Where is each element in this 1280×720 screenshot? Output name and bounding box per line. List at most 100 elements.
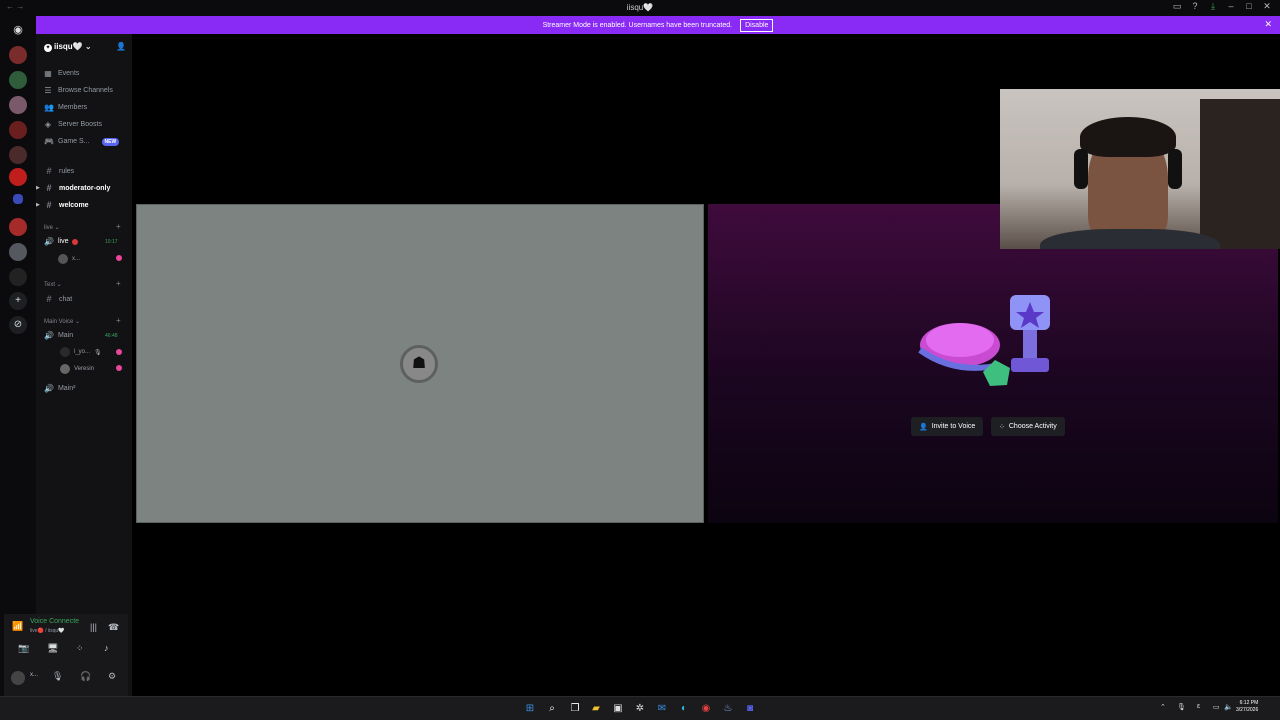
mail-icon[interactable]: ✉ [656,703,668,715]
add-channel-icon[interactable]: + [116,222,121,231]
camera-off-icon[interactable]: 📷 [18,643,29,654]
add-server-icon[interactable]: + [9,292,27,310]
channel-rules[interactable]: # rules [44,166,74,176]
muted-icon: 🎙 [94,349,102,356]
inbox-icon[interactable]: ▭ [1168,1,1186,12]
download-icon[interactable]: ⤓ [1204,1,1222,12]
server-icon[interactable] [9,218,27,236]
signal-icon[interactable]: 📶 [12,621,23,632]
user-avatar[interactable] [11,671,25,685]
trophy-illustration [918,295,1050,386]
new-badge: NEW [101,137,120,146]
avatar [60,364,70,374]
discover-icon[interactable]: ⊘ [9,316,27,334]
server-icon-active[interactable] [9,168,27,186]
expand-arrow-icon[interactable]: ▶ [36,185,40,191]
tray-mic-icon[interactable]: 🎙 [1177,703,1186,711]
tray-volume-icon[interactable]: 🔈 [1224,703,1233,711]
voice-member[interactable]: l_yo... 🎙 [60,347,102,357]
server-icon[interactable] [9,96,27,114]
discord-taskbar-icon[interactable]: ◙ [744,703,756,715]
avatar [60,347,70,357]
headphones-right [1168,149,1182,189]
minimize-icon[interactable]: – [1222,1,1240,12]
soundboard-icon[interactable]: ♪ [104,643,109,653]
tray-ime-icon[interactable]: ε [1197,703,1200,710]
voice-channel-main[interactable]: 🔊 Main [44,331,73,340]
disable-button[interactable]: Disable [740,18,774,32]
edge-browser-icon[interactable]: ◐ [678,703,690,715]
banner-text: Streamer Mode is enabled. Usernames have… [542,21,733,29]
file-explorer-icon[interactable]: ▰ [590,703,602,715]
live-indicator [72,238,79,245]
nav-browse-channels[interactable]: ☰ Browse Channels [44,86,112,95]
server-icon[interactable] [9,46,27,64]
headphones-icon[interactable]: 🎧 [80,671,91,682]
hash-icon: # [46,166,52,176]
invite-to-voice-button[interactable]: 👤 Invite to Voice [911,417,984,436]
window-title: iisqu🤍 [626,3,654,12]
discord-home-icon[interactable]: ◉ [9,21,27,39]
server-icon[interactable] [9,268,27,286]
nav-game-servers[interactable]: 🎮 Game S... NEW [44,137,120,146]
activity-status-icon [116,255,122,261]
activity-status-icon [116,365,122,371]
app-icon[interactable]: ✲ [634,703,646,715]
nav-server-boosts[interactable]: ◈ Server Boosts [44,120,102,129]
task-view-icon[interactable]: ❐ [569,703,581,715]
server-list: ◉ + ⊘ [0,16,36,696]
noise-suppression-icon[interactable]: ||| [90,622,97,632]
screen-share-icon[interactable]: 🖥 [47,643,58,654]
channel-moderator-only[interactable]: # moderator-only [44,183,110,193]
call-timer: 46:48 [105,333,118,339]
category-live[interactable]: live ⌄ [44,224,60,231]
boost-icon: ◈ [44,120,52,129]
expand-arrow-icon[interactable]: ▶ [36,202,40,208]
add-channel-icon[interactable]: + [116,316,121,325]
server-icon[interactable] [9,121,27,139]
server-icon[interactable] [9,71,27,89]
chrome-icon[interactable]: ◉ [700,703,712,715]
banner-close-icon[interactable]: ✕ [1264,19,1272,30]
windows-start-icon[interactable]: ⊞ [524,703,536,715]
microphone-icon[interactable]: 🎙 [52,671,63,682]
webcam-overlay [1000,89,1280,249]
server-name-header[interactable]: ✦ iisqu🤍 ⌄ [44,42,92,52]
server-icon-small: ✦ [44,44,52,52]
folder-icon[interactable] [13,194,23,204]
category-main-voice[interactable]: Main Voice ⌄ [44,318,80,325]
voice-channel-live[interactable]: 🔊 live [44,237,79,246]
person-shirt [1040,229,1220,249]
maximize-icon[interactable]: □ [1240,1,1258,12]
voice-location[interactable]: live🔴 / iisqu🤍 [30,628,64,634]
search-icon[interactable]: ⌕ [546,703,558,715]
close-icon[interactable]: ✕ [1258,1,1276,12]
disconnect-icon[interactable]: ☎ [108,622,119,633]
hash-icon: # [46,183,52,193]
channel-welcome[interactable]: # welcome [44,200,88,210]
members-icon: 👥 [44,103,54,112]
voice-channel-main2[interactable]: 🔊 Main² [44,384,75,393]
voice-status[interactable]: Voice Connecte [30,618,79,625]
call-timer: 10:17 [105,239,118,245]
category-text[interactable]: Text ⌄ [44,281,62,288]
server-icon[interactable] [9,146,27,164]
invite-people-icon[interactable]: 👤 [116,42,126,51]
tray-chevron-icon[interactable]: ⌃ [1160,703,1166,711]
nav-events[interactable]: ▦ Events [44,69,79,78]
voice-member[interactable]: x... [58,254,80,264]
help-icon[interactable]: ? [1186,1,1204,12]
tray-network-icon[interactable]: ▭ [1213,703,1220,711]
server-icon[interactable] [9,243,27,261]
add-channel-icon[interactable]: + [116,279,121,288]
channel-chat[interactable]: # chat [44,294,72,304]
nav-members[interactable]: 👥 Members [44,103,87,112]
headphones-left [1074,149,1088,189]
voice-member[interactable]: Veresin [60,364,94,374]
settings-gear-icon[interactable]: ⚙ [108,671,116,682]
steam-icon[interactable]: ♨ [722,703,734,715]
store-icon[interactable]: ▣ [612,703,624,715]
system-clock[interactable]: 6:12 PM 3/27/2026 [1236,700,1258,714]
activities-icon[interactable]: ⁘ [76,643,84,654]
choose-activity-button[interactable]: ⁘ Choose Activity [991,417,1065,436]
